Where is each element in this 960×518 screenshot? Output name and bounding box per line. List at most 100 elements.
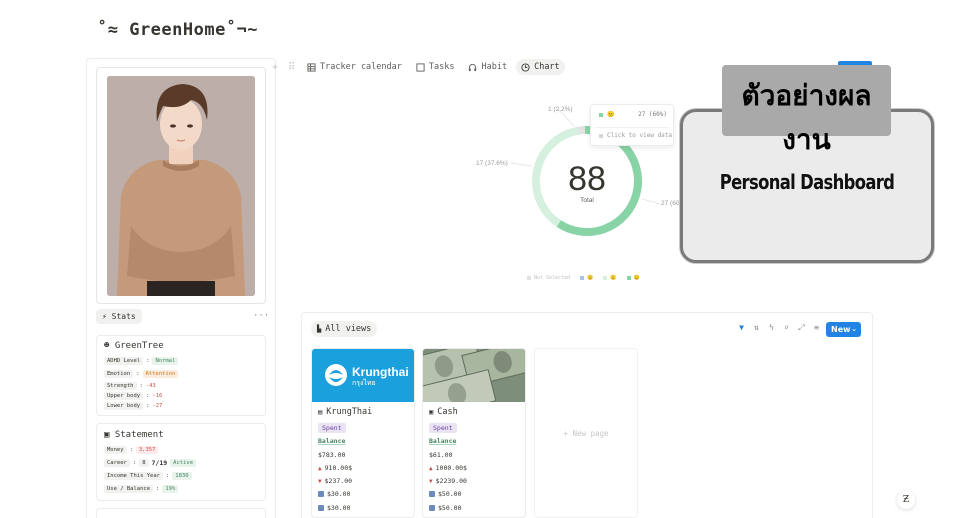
- triangle-down-icon: ▼: [429, 477, 433, 485]
- portrait-image: [107, 76, 255, 296]
- wallet-icon: ▣: [429, 408, 434, 416]
- gallery-card-krungthai[interactable]: Krungthai กรุงไทย ▤ KrungThai Spent Bala…: [311, 348, 415, 518]
- money-icon: ▣: [104, 430, 110, 440]
- balance-link[interactable]: Balance: [318, 437, 345, 445]
- tab-tasks[interactable]: Tasks: [411, 59, 460, 75]
- legend-swatch: [603, 276, 608, 280]
- chart-total-value: 88: [568, 160, 606, 198]
- svg-text:Krungthai: Krungthai: [352, 365, 409, 379]
- income-value: 1000.00$: [435, 464, 467, 472]
- page-title: ˚≈ GreenHome˚¬~: [97, 20, 259, 40]
- money-row: Money : 3,357: [104, 446, 159, 454]
- card-title: ▤ KrungThai: [318, 407, 373, 417]
- adhd-row: ADHD Level : Normal: [104, 357, 179, 365]
- spent-tag: Spent: [429, 423, 457, 433]
- item-value-1: $50.00: [438, 490, 462, 498]
- triangle-up-icon: ▲: [318, 464, 322, 472]
- promo-subtitle: Personal Dashboard: [719, 170, 895, 194]
- greentree-card[interactable]: ☻ GreenTree ADHD Level : Normal Emotion …: [96, 335, 266, 416]
- income-value: 910.00$: [324, 464, 353, 472]
- tooltip-hint[interactable]: Click to view data: [607, 132, 672, 139]
- stats-label: Stats: [111, 312, 136, 321]
- folder-icon: ▙: [317, 325, 322, 333]
- ai-assistant-icon[interactable]: Ƶ: [897, 491, 915, 509]
- lightning-icon: ⚡: [102, 312, 107, 321]
- settings-icon[interactable]: ≡: [812, 323, 821, 332]
- chart-legend: Not Selected 😐 😐 😐: [527, 275, 640, 281]
- chart-tooltip: 😐 27 (60%) Click to view data: [590, 104, 674, 146]
- legend-item[interactable]: Not Selected: [527, 275, 570, 281]
- expand-icon[interactable]: ⤢: [797, 323, 806, 332]
- more-options-button[interactable]: ···: [253, 311, 269, 321]
- database-toolbar: ▼ ⇅ ϟ ⌕ ⤢ ≡: [737, 323, 821, 332]
- expense-value: $237.00: [324, 477, 353, 485]
- card-title: ▣ Cash: [429, 407, 458, 417]
- balance-link[interactable]: Balance: [429, 437, 456, 445]
- item-value-2: $50.00: [438, 504, 462, 512]
- third-card[interactable]: [96, 508, 266, 518]
- checkbox-icon: [416, 62, 425, 72]
- neutral-face-icon: 😐: [607, 111, 615, 118]
- triangle-up-icon: ▲: [429, 464, 433, 472]
- tab-tracker-calendar[interactable]: Tracker calendar: [302, 59, 407, 75]
- filter-icon[interactable]: ▼: [737, 323, 746, 332]
- legend-item[interactable]: 😐: [626, 275, 640, 281]
- wallet-icon: ▤: [318, 408, 323, 416]
- chevron-down-icon[interactable]: ⌄: [851, 322, 857, 337]
- new-record-button[interactable]: New ⌄: [826, 322, 861, 337]
- expense-value: $2239.00: [435, 477, 467, 485]
- spent-tag: Spent: [318, 423, 346, 433]
- krungthai-logo: Krungthai กรุงไทย: [325, 364, 409, 387]
- slice-label-1: 1 (2.2%): [548, 106, 573, 113]
- legend-swatch: [527, 276, 531, 280]
- sort-icon[interactable]: ⇅: [752, 323, 761, 332]
- donut-slice[interactable]: [577, 126, 586, 135]
- legend-swatch: [599, 133, 603, 138]
- slice-label-2: 17 (37.6%): [476, 160, 508, 167]
- transfer-icon: [318, 505, 324, 511]
- lower-body-row: Lower body : -27: [104, 402, 162, 410]
- triangle-down-icon: ▼: [318, 477, 322, 485]
- transfer-icon: [318, 491, 324, 497]
- table-icon: [307, 62, 316, 72]
- krungthai-cover: Krungthai กรุงไทย: [312, 349, 414, 402]
- automation-icon[interactable]: ϟ: [767, 323, 776, 332]
- balance-value: $783.00: [318, 451, 346, 459]
- drag-handle-icon[interactable]: + ⠿: [272, 62, 297, 73]
- item-value-1: $30.00: [327, 490, 351, 498]
- promo-heading: ตัวอย่างผลงาน: [741, 79, 872, 156]
- career-row: Career : 8 7/19 Active: [104, 459, 197, 467]
- tab-chart[interactable]: Chart: [516, 59, 565, 75]
- use-balance-row: Use / Balance : 19%: [104, 485, 179, 493]
- legend-swatch: [580, 276, 585, 280]
- legend-item[interactable]: 😐: [580, 275, 593, 281]
- emotion-row: Emotion : Attention: [104, 370, 179, 378]
- tab-habit[interactable]: Habit: [463, 59, 512, 75]
- gallery-card-cash[interactable]: ▣ Cash Spent Balance $61.00 ▲ 1000.00$ ▼ $…: [422, 348, 526, 518]
- legend-item[interactable]: 😐: [603, 275, 617, 281]
- view-tabs: Tracker calendar Tasks Habit Chart: [302, 59, 565, 75]
- balance-value: $61.00: [429, 451, 453, 459]
- greentree-title: ☻ GreenTree: [104, 341, 164, 351]
- slice-label-leader: [509, 162, 533, 167]
- income-row: Income This Year : 1830: [104, 472, 192, 480]
- chart-total-label: Total: [580, 197, 594, 204]
- tooltip-value: 27 (60%): [638, 111, 667, 118]
- upper-body-row: Upper body : -16: [104, 392, 162, 400]
- legend-swatch: [626, 276, 631, 280]
- strength-row: Strength : -43: [104, 382, 156, 390]
- search-icon[interactable]: ⌕: [782, 323, 791, 332]
- banknotes-image: [423, 349, 525, 402]
- transfer-icon: [429, 505, 435, 511]
- new-page-button[interactable]: + New page: [534, 348, 638, 518]
- svg-text:กรุงไทย: กรุงไทย: [352, 378, 376, 387]
- statement-title: ▣ Statement: [104, 430, 164, 440]
- stats-button[interactable]: ⚡ Stats: [96, 309, 142, 324]
- clock-icon: [521, 62, 530, 72]
- statement-card[interactable]: ▣ Statement Money : 3,357 Career : 8 7/1…: [96, 423, 266, 501]
- legend-swatch: [599, 112, 603, 117]
- cash-cover: [423, 349, 525, 402]
- all-views-button[interactable]: ▙ All views: [311, 321, 378, 337]
- user-icon: ☻: [104, 341, 110, 351]
- transfer-icon: [429, 491, 435, 497]
